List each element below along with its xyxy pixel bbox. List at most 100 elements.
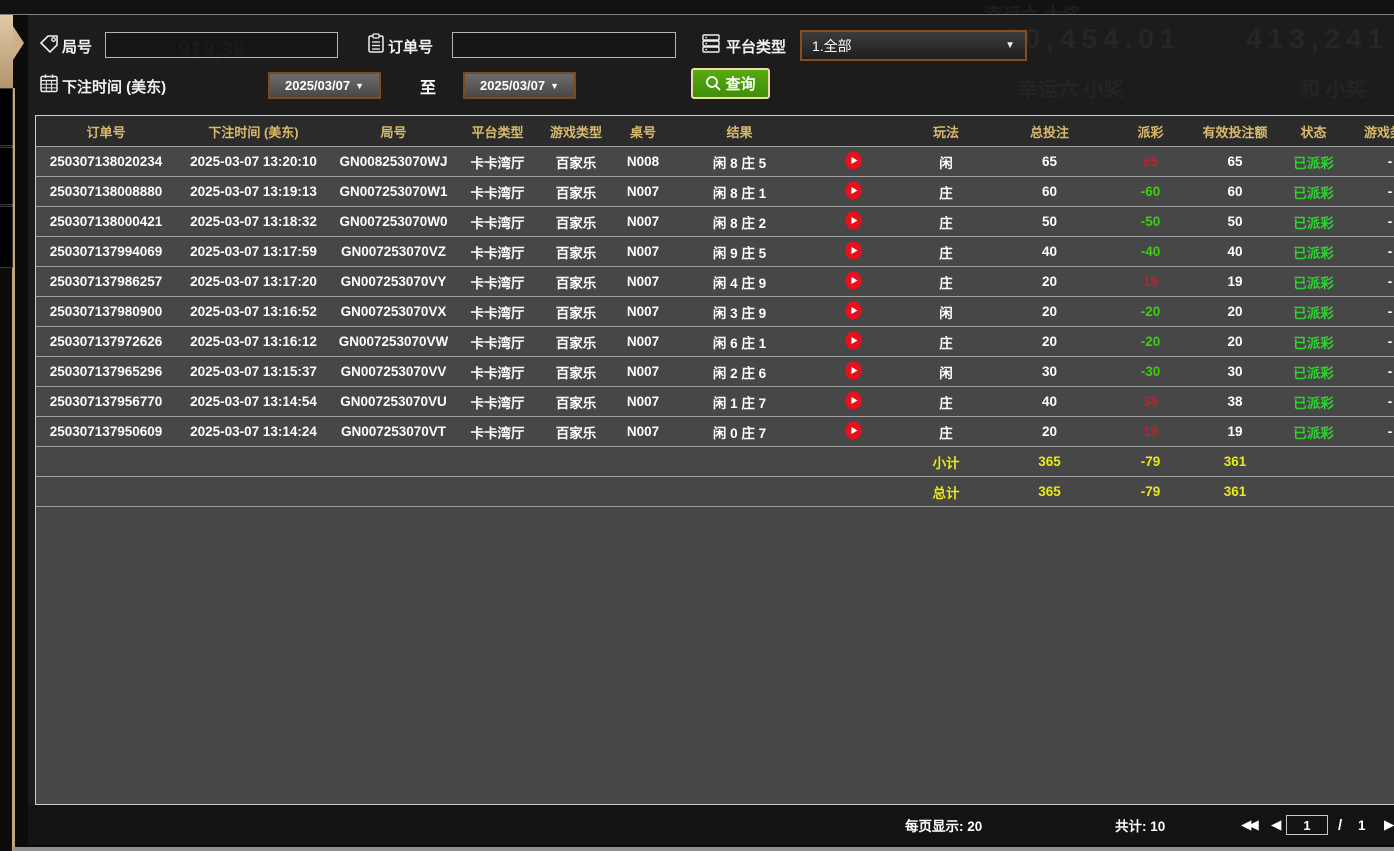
search-button[interactable]: 查询: [691, 68, 770, 99]
play-video-icon[interactable]: [845, 421, 862, 440]
cell-valid-bet: 65: [1193, 154, 1277, 169]
grand-total-valid-bet: 361: [1193, 484, 1277, 499]
play-video-icon[interactable]: [845, 271, 862, 290]
cell-bet-time: 2025-03-07 13:20:10: [176, 154, 331, 169]
play-video-icon[interactable]: [845, 151, 862, 170]
cell-status: 已派彩: [1277, 272, 1350, 292]
play-video-icon[interactable]: [845, 181, 862, 200]
cell-platform: 卡卡湾厅: [456, 332, 539, 352]
cell-status: 已派彩: [1277, 332, 1350, 352]
cell-game-no: GN007253070W1: [331, 184, 456, 199]
prev-page-icon[interactable]: ◀: [1271, 805, 1281, 845]
cell-table-no: N008: [613, 154, 673, 169]
bottom-window-edge: [13, 847, 1394, 851]
cell-order-no: 250307137950609: [36, 424, 176, 439]
subtotal-label: 小计: [901, 452, 991, 472]
cell-game-type: 百家乐: [539, 272, 613, 292]
cell-total-bet: 20: [991, 334, 1108, 349]
play-video-icon[interactable]: [845, 301, 862, 320]
left-tan-panel: [0, 15, 13, 88]
cell-total-bet: 60: [991, 184, 1108, 199]
left-panel-box: [0, 88, 13, 146]
table-row[interactable]: 250307137994069 2025-03-07 13:17:59 GN00…: [36, 236, 1394, 266]
play-video-icon[interactable]: [845, 391, 862, 410]
cell-status: 已派彩: [1277, 392, 1350, 412]
table-row[interactable]: 250307137965296 2025-03-07 13:15:37 GN00…: [36, 356, 1394, 386]
page-number-input[interactable]: [1286, 815, 1328, 835]
grand-total-payout: -79: [1108, 484, 1193, 499]
column-header: 游戏类型: [539, 122, 613, 141]
game-no-label: 局号: [62, 36, 92, 57]
cell-platform: 卡卡湾厅: [456, 362, 539, 382]
table-row[interactable]: 250307137950609 2025-03-07 13:14:24 GN00…: [36, 416, 1394, 446]
cell-bet-time: 2025-03-07 13:17:59: [176, 244, 331, 259]
column-header: 下注时间 (美东): [176, 122, 331, 141]
play-video-icon[interactable]: [845, 331, 862, 350]
cell-order-no: 250307137986257: [36, 274, 176, 289]
cell-total-bet: 50: [991, 214, 1108, 229]
cell-game-type: 百家乐: [539, 332, 613, 352]
table-row[interactable]: 250307137980900 2025-03-07 13:16:52 GN00…: [36, 296, 1394, 326]
cell-game-no: GN007253070VZ: [331, 244, 456, 259]
total-count-label: 共计: 10: [1115, 805, 1165, 845]
cell-total-bet: 20: [991, 274, 1108, 289]
cell-video: [806, 331, 901, 353]
platform-type-select[interactable]: 1.全部 ▼: [800, 30, 1027, 61]
cell-video: [806, 421, 901, 443]
table-empty-area: [36, 506, 1394, 804]
cell-bet-time: 2025-03-07 13:16:12: [176, 334, 331, 349]
date-to-value: 2025/03/07: [480, 78, 545, 93]
date-from-picker[interactable]: 2025/03/07 ▼: [268, 72, 381, 99]
cell-platform: 卡卡湾厅: [456, 302, 539, 322]
table-row[interactable]: 250307137972626 2025-03-07 13:16:12 GN00…: [36, 326, 1394, 356]
cell-order-no: 250307137994069: [36, 244, 176, 259]
cell-bet-time: 2025-03-07 13:14:24: [176, 424, 331, 439]
cell-total-bet: 40: [991, 394, 1108, 409]
column-header: 状态: [1277, 122, 1350, 141]
game-no-input[interactable]: [105, 32, 338, 58]
table-row[interactable]: 250307137956770 2025-03-07 13:14:54 GN00…: [36, 386, 1394, 416]
cell-platform: 卡卡湾厅: [456, 272, 539, 292]
cell-video: [806, 181, 901, 203]
cell-order-no: 250307137965296: [36, 364, 176, 379]
cell-order-no: 250307138020234: [36, 154, 176, 169]
cell-valid-bet: 40: [1193, 244, 1277, 259]
table-row[interactable]: 250307138008880 2025-03-07 13:19:13 GN00…: [36, 176, 1394, 206]
cell-play-type: 庄: [901, 242, 991, 262]
cell-table-no: N007: [613, 244, 673, 259]
cell-payout: 19: [1108, 274, 1193, 289]
cell-bet-time: 2025-03-07 13:16:52: [176, 304, 331, 319]
play-video-icon[interactable]: [845, 361, 862, 380]
play-video-icon[interactable]: [845, 211, 862, 230]
cell-play-type: 闲: [901, 302, 991, 322]
next-page-icon[interactable]: ▶: [1384, 805, 1394, 845]
first-page-icon[interactable]: ◀◀: [1241, 805, 1256, 845]
cell-result: 闲 1 庄 7: [673, 392, 806, 412]
cell-total-bet: 20: [991, 424, 1108, 439]
cell-valid-bet: 20: [1193, 334, 1277, 349]
cell-game-type: 百家乐: [539, 302, 613, 322]
chevron-down-icon: ▼: [355, 81, 364, 91]
order-no-input[interactable]: [452, 32, 676, 58]
cell-game-type: 百家乐: [539, 362, 613, 382]
play-video-icon[interactable]: [845, 241, 862, 260]
table-row[interactable]: 250307138020234 2025-03-07 13:20:10 GN00…: [36, 146, 1394, 176]
grand-total-row: 总计 365 -79 361: [36, 476, 1394, 506]
cell-video: [806, 211, 901, 233]
cell-status: 已派彩: [1277, 242, 1350, 262]
column-header: 游戏类型: [1350, 122, 1394, 141]
cell-status: 已派彩: [1277, 152, 1350, 172]
table-row[interactable]: 250307138000421 2025-03-07 13:18:32 GN00…: [36, 206, 1394, 236]
cell-video: [806, 361, 901, 383]
date-range-to-label: 至: [420, 74, 436, 98]
cell-status: 已派彩: [1277, 212, 1350, 232]
cell-result: 闲 0 庄 7: [673, 422, 806, 442]
table-row[interactable]: 250307137986257 2025-03-07 13:17:20 GN00…: [36, 266, 1394, 296]
date-to-picker[interactable]: 2025/03/07 ▼: [463, 72, 576, 99]
cell-game-type: 百家乐: [539, 182, 613, 202]
cell-payout: -30: [1108, 364, 1193, 379]
cell-table-no: N007: [613, 334, 673, 349]
cell-result: 闲 8 庄 2: [673, 212, 806, 232]
cell-table-no: N007: [613, 184, 673, 199]
subtotal-row: 小计 365 -79 361: [36, 446, 1394, 476]
